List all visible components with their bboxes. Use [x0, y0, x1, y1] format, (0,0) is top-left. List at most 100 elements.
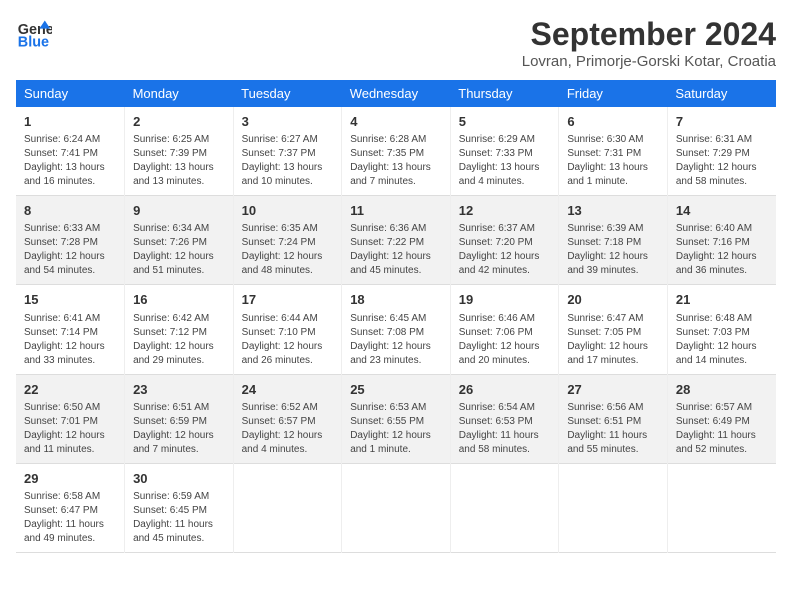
calendar-cell: 21Sunrise: 6:48 AM Sunset: 7:03 PM Dayli… [667, 285, 776, 374]
calendar-cell [233, 463, 342, 552]
day-info: Sunrise: 6:39 AM Sunset: 7:18 PM Dayligh… [567, 222, 659, 278]
day-number: 13 [567, 202, 659, 220]
header-saturday: Saturday [667, 80, 776, 107]
day-info: Sunrise: 6:45 AM Sunset: 7:08 PM Dayligh… [350, 312, 442, 368]
calendar-cell: 16Sunrise: 6:42 AM Sunset: 7:12 PM Dayli… [125, 285, 234, 374]
location: Lovran, Primorje-Gorski Kotar, Croatia [522, 53, 776, 70]
day-number: 27 [567, 381, 659, 399]
header-row: Sunday Monday Tuesday Wednesday Thursday… [16, 80, 776, 107]
day-number: 10 [242, 202, 334, 220]
day-number: 3 [242, 113, 334, 131]
calendar-cell: 5 Sunrise: 6:29 AM Sunset: 7:33 PM Daylig… [450, 107, 559, 196]
calendar-cell: 3 Sunrise: 6:27 AM Sunset: 7:37 PM Daylig… [233, 107, 342, 196]
day-info: Sunrise: 6:50 AM Sunset: 7:01 PM Dayligh… [24, 401, 116, 457]
day-info: Sunrise: 6:24 AM Sunset: 7:41 PM Dayligh… [24, 133, 116, 189]
calendar-cell [450, 463, 559, 552]
calendar-row: 8 Sunrise: 6:33 AM Sunset: 7:28 PM Daylig… [16, 196, 776, 285]
day-info: Sunrise: 6:58 AM Sunset: 6:47 PM Dayligh… [24, 490, 116, 546]
day-info: Sunrise: 6:27 AM Sunset: 7:37 PM Dayligh… [242, 133, 334, 189]
day-info: Sunrise: 6:51 AM Sunset: 6:59 PM Dayligh… [133, 401, 225, 457]
svg-text:Blue: Blue [18, 35, 49, 51]
header-tuesday: Tuesday [233, 80, 342, 107]
day-info: Sunrise: 6:42 AM Sunset: 7:12 PM Dayligh… [133, 312, 225, 368]
day-number: 9 [133, 202, 225, 220]
calendar-cell: 7Sunrise: 6:31 AM Sunset: 7:29 PM Daylig… [667, 107, 776, 196]
calendar-cell: 19 Sunrise: 6:46 AM Sunset: 7:06 PM Dayli… [450, 285, 559, 374]
page-header: General Blue September 2024 Lovran, Prim… [16, 16, 776, 70]
calendar-cell: 27Sunrise: 6:56 AM Sunset: 6:51 PM Dayli… [559, 374, 668, 463]
day-info: Sunrise: 6:40 AM Sunset: 7:16 PM Dayligh… [676, 222, 768, 278]
calendar-cell: 9 Sunrise: 6:34 AM Sunset: 7:26 PM Daylig… [125, 196, 234, 285]
month-title: September 2024 [522, 16, 776, 53]
header-thursday: Thursday [450, 80, 559, 107]
calendar-cell: 1Sunrise: 6:24 AM Sunset: 7:41 PM Daylig… [16, 107, 125, 196]
calendar-cell: 10 Sunrise: 6:35 AM Sunset: 7:24 PM Dayli… [233, 196, 342, 285]
day-number: 24 [242, 381, 334, 399]
calendar-cell: 14 Sunrise: 6:40 AM Sunset: 7:16 PM Dayli… [667, 196, 776, 285]
header-sunday: Sunday [16, 80, 125, 107]
day-number: 2 [133, 113, 225, 131]
calendar-cell: 2 Sunrise: 6:25 AM Sunset: 7:39 PM Daylig… [125, 107, 234, 196]
day-number: 22 [24, 381, 116, 399]
calendar-cell: 29 Sunrise: 6:58 AM Sunset: 6:47 PM Dayli… [16, 463, 125, 552]
calendar-cell: 26Sunrise: 6:54 AM Sunset: 6:53 PM Dayli… [450, 374, 559, 463]
day-info: Sunrise: 6:36 AM Sunset: 7:22 PM Dayligh… [350, 222, 442, 278]
day-info: Sunrise: 6:46 AM Sunset: 7:06 PM Dayligh… [459, 312, 551, 368]
day-number: 8 [24, 202, 116, 220]
logo: General Blue [16, 16, 52, 52]
day-number: 26 [459, 381, 551, 399]
day-info: Sunrise: 6:25 AM Sunset: 7:39 PM Dayligh… [133, 133, 225, 189]
day-number: 23 [133, 381, 225, 399]
day-info: Sunrise: 6:33 AM Sunset: 7:28 PM Dayligh… [24, 222, 116, 278]
calendar-cell [342, 463, 451, 552]
day-info: Sunrise: 6:30 AM Sunset: 7:31 PM Dayligh… [567, 133, 659, 189]
day-number: 20 [567, 291, 659, 309]
day-number: 14 [676, 202, 768, 220]
day-number: 17 [242, 291, 334, 309]
calendar-row: 1Sunrise: 6:24 AM Sunset: 7:41 PM Daylig… [16, 107, 776, 196]
logo-icon: General Blue [16, 16, 52, 52]
day-info: Sunrise: 6:35 AM Sunset: 7:24 PM Dayligh… [242, 222, 334, 278]
calendar-cell: 18 Sunrise: 6:45 AM Sunset: 7:08 PM Dayli… [342, 285, 451, 374]
calendar-cell: 17 Sunrise: 6:44 AM Sunset: 7:10 PM Dayli… [233, 285, 342, 374]
day-number: 6 [567, 113, 659, 131]
day-info: Sunrise: 6:34 AM Sunset: 7:26 PM Dayligh… [133, 222, 225, 278]
calendar-cell: 22 Sunrise: 6:50 AM Sunset: 7:01 PM Dayli… [16, 374, 125, 463]
calendar-cell: 23 Sunrise: 6:51 AM Sunset: 6:59 PM Dayli… [125, 374, 234, 463]
calendar-cell: 15Sunrise: 6:41 AM Sunset: 7:14 PM Dayli… [16, 285, 125, 374]
calendar-cell [559, 463, 668, 552]
calendar-cell: 11 Sunrise: 6:36 AM Sunset: 7:22 PM Dayli… [342, 196, 451, 285]
day-info: Sunrise: 6:28 AM Sunset: 7:35 PM Dayligh… [350, 133, 442, 189]
day-number: 4 [350, 113, 442, 131]
calendar-cell: 24 Sunrise: 6:52 AM Sunset: 6:57 PM Dayli… [233, 374, 342, 463]
day-number: 15 [24, 291, 116, 309]
calendar-cell: 6 Sunrise: 6:30 AM Sunset: 7:31 PM Daylig… [559, 107, 668, 196]
header-monday: Monday [125, 80, 234, 107]
calendar-row: 29 Sunrise: 6:58 AM Sunset: 6:47 PM Dayli… [16, 463, 776, 552]
calendar-row: 15Sunrise: 6:41 AM Sunset: 7:14 PM Dayli… [16, 285, 776, 374]
calendar-cell: 8 Sunrise: 6:33 AM Sunset: 7:28 PM Daylig… [16, 196, 125, 285]
calendar-cell: 20 Sunrise: 6:47 AM Sunset: 7:05 PM Dayli… [559, 285, 668, 374]
day-number: 11 [350, 202, 442, 220]
day-info: Sunrise: 6:52 AM Sunset: 6:57 PM Dayligh… [242, 401, 334, 457]
day-number: 18 [350, 291, 442, 309]
day-number: 5 [459, 113, 551, 131]
calendar-cell: 12Sunrise: 6:37 AM Sunset: 7:20 PM Dayli… [450, 196, 559, 285]
calendar-cell: 30Sunrise: 6:59 AM Sunset: 6:45 PM Dayli… [125, 463, 234, 552]
day-info: Sunrise: 6:57 AM Sunset: 6:49 PM Dayligh… [676, 401, 768, 457]
day-info: Sunrise: 6:47 AM Sunset: 7:05 PM Dayligh… [567, 312, 659, 368]
day-number: 21 [676, 291, 768, 309]
calendar-table: Sunday Monday Tuesday Wednesday Thursday… [16, 80, 776, 553]
day-number: 19 [459, 291, 551, 309]
day-number: 28 [676, 381, 768, 399]
day-info: Sunrise: 6:29 AM Sunset: 7:33 PM Dayligh… [459, 133, 551, 189]
calendar-cell: 13 Sunrise: 6:39 AM Sunset: 7:18 PM Dayli… [559, 196, 668, 285]
header-friday: Friday [559, 80, 668, 107]
calendar-row: 22 Sunrise: 6:50 AM Sunset: 7:01 PM Dayli… [16, 374, 776, 463]
day-info: Sunrise: 6:44 AM Sunset: 7:10 PM Dayligh… [242, 312, 334, 368]
title-area: September 2024 Lovran, Primorje-Gorski K… [522, 16, 776, 70]
calendar-cell [667, 463, 776, 552]
day-info: Sunrise: 6:59 AM Sunset: 6:45 PM Dayligh… [133, 490, 225, 546]
day-number: 7 [676, 113, 768, 131]
day-number: 29 [24, 470, 116, 488]
